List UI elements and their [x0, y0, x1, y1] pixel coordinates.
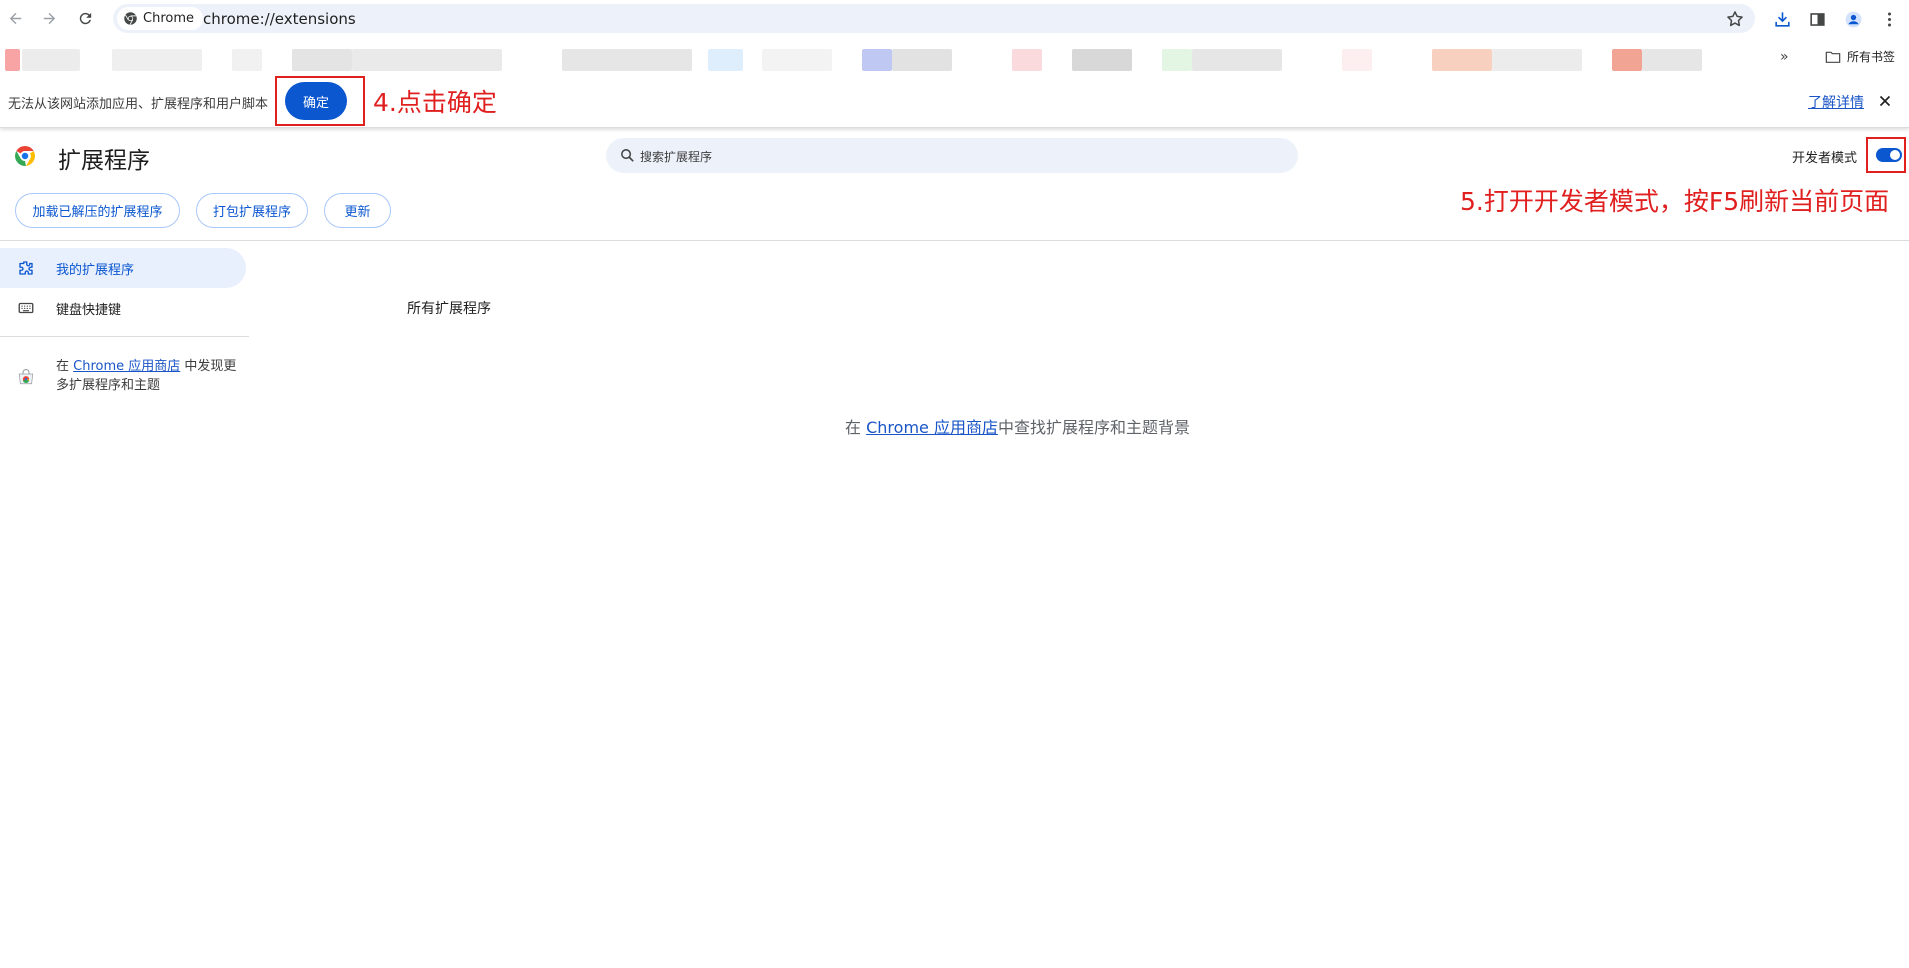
bookmark-item-blurred[interactable] — [892, 49, 952, 71]
bookmark-item-blurred[interactable] — [1612, 49, 1642, 71]
chrome-logo-icon — [15, 146, 35, 166]
update-button[interactable]: 更新 — [324, 193, 391, 228]
profile-button[interactable] — [1840, 6, 1866, 32]
bookmark-item-blurred[interactable] — [352, 49, 502, 71]
avatar-icon — [1845, 11, 1861, 27]
page-title: 扩展程序 — [58, 148, 150, 174]
sidebar-item-my-extensions[interactable]: 我的扩展程序 — [0, 248, 246, 288]
bookmark-item-blurred[interactable] — [708, 49, 743, 71]
bookmark-item-blurred[interactable] — [1342, 49, 1372, 71]
menu-button[interactable] — [1876, 6, 1902, 32]
infobar-message: 无法从该网站添加应用、扩展程序和用户脚本 — [8, 97, 269, 112]
browser-toolbar: Chrome chrome://extensions — [0, 0, 1909, 36]
bookmark-item-blurred[interactable] — [1072, 49, 1132, 71]
web-store-link[interactable]: Chrome 应用商店 — [73, 359, 180, 374]
bookmark-item-blurred[interactable] — [1012, 49, 1042, 71]
load-unpacked-button[interactable]: 加载已解压的扩展程序 — [15, 193, 180, 228]
web-store-icon — [18, 369, 34, 385]
annotation-box-dev-mode — [1866, 137, 1906, 173]
downloads-button[interactable] — [1769, 6, 1795, 32]
bookmark-star-icon[interactable] — [1725, 9, 1745, 29]
annotation-step4: 4.点击确定 — [373, 88, 497, 117]
sidebar-divider — [0, 336, 249, 337]
bookmark-item-blurred[interactable] — [1642, 49, 1702, 71]
puzzle-icon — [19, 261, 33, 275]
sidebar-item-keyboard-shortcuts[interactable]: 键盘快捷键 — [0, 288, 246, 328]
bookmark-item-blurred[interactable] — [1432, 49, 1492, 71]
all-bookmarks-button[interactable]: 所有书签 — [1825, 48, 1895, 65]
keyboard-icon — [18, 302, 34, 314]
forward-button[interactable] — [35, 4, 63, 32]
sidebar-item-label: 键盘快捷键 — [56, 302, 122, 318]
search-placeholder: 搜索扩展程序 — [640, 150, 713, 164]
empty-state-store-link[interactable]: Chrome 应用商店 — [866, 418, 998, 437]
download-icon — [1774, 11, 1790, 27]
close-icon[interactable] — [1876, 92, 1894, 110]
empty-prefix-text: 在 — [845, 418, 862, 437]
bookmark-item-blurred[interactable] — [862, 49, 892, 71]
bookmark-item-blurred[interactable] — [232, 49, 262, 71]
bookmark-item-blurred[interactable] — [1162, 49, 1192, 71]
header-divider — [0, 240, 1909, 241]
all-extensions-title: 所有扩展程序 — [407, 301, 491, 317]
search-extensions-input[interactable]: 搜索扩展程序 — [606, 138, 1298, 173]
bookmarks-bar: » 所有书签 — [0, 44, 1909, 74]
bookmark-item-blurred[interactable] — [762, 49, 832, 71]
search-icon — [621, 149, 634, 162]
address-bar[interactable]: Chrome chrome://extensions — [113, 4, 1755, 33]
empty-suffix-text: 中查找扩展程序和主题背景 — [997, 418, 1190, 437]
bookmark-item-blurred[interactable] — [22, 49, 80, 71]
store-prefix-text: 在 — [56, 359, 70, 374]
annotation-box-confirm — [275, 76, 365, 126]
more-vert-icon — [1887, 11, 1891, 27]
pack-extension-button[interactable]: 打包扩展程序 — [196, 193, 308, 228]
sidebar-item-label: 我的扩展程序 — [56, 262, 135, 278]
bookmark-item-blurred[interactable] — [1492, 49, 1582, 71]
web-store-promo: 在 Chrome 应用商店 中发现更多扩展程序和主题 — [56, 357, 246, 395]
reload-button[interactable] — [71, 4, 99, 32]
annotation-step5: 5.打开开发者模式，按F5刷新当前页面 — [1460, 187, 1890, 216]
bookmark-item-blurred[interactable] — [112, 49, 202, 71]
chrome-icon — [124, 12, 137, 25]
arrow-right-icon — [43, 12, 55, 24]
developer-mode-label: 开发者模式 — [1792, 151, 1858, 166]
empty-state-message: 在 Chrome 应用商店中查找扩展程序和主题背景 — [845, 414, 1190, 438]
back-button[interactable] — [1, 4, 29, 32]
side-panel-button[interactable] — [1804, 6, 1830, 32]
reload-icon — [79, 12, 91, 24]
folder-icon — [1825, 51, 1841, 63]
side-panel-icon — [1809, 12, 1825, 26]
learn-more-link[interactable]: 了解详情 — [1808, 92, 1864, 112]
all-bookmarks-label: 所有书签 — [1847, 50, 1896, 64]
arrow-left-icon — [9, 12, 21, 24]
site-chip-label: Chrome — [143, 11, 194, 26]
bookmark-item-blurred[interactable] — [562, 49, 692, 71]
bookmarks-overflow-button[interactable]: » — [1780, 49, 1789, 65]
site-info-chip[interactable]: Chrome — [117, 7, 203, 30]
bookmark-item-blurred[interactable] — [1192, 49, 1282, 71]
url-text[interactable]: chrome://extensions — [203, 10, 356, 28]
bookmark-item-blurred[interactable] — [5, 49, 20, 71]
bookmark-item-blurred[interactable] — [292, 49, 352, 71]
